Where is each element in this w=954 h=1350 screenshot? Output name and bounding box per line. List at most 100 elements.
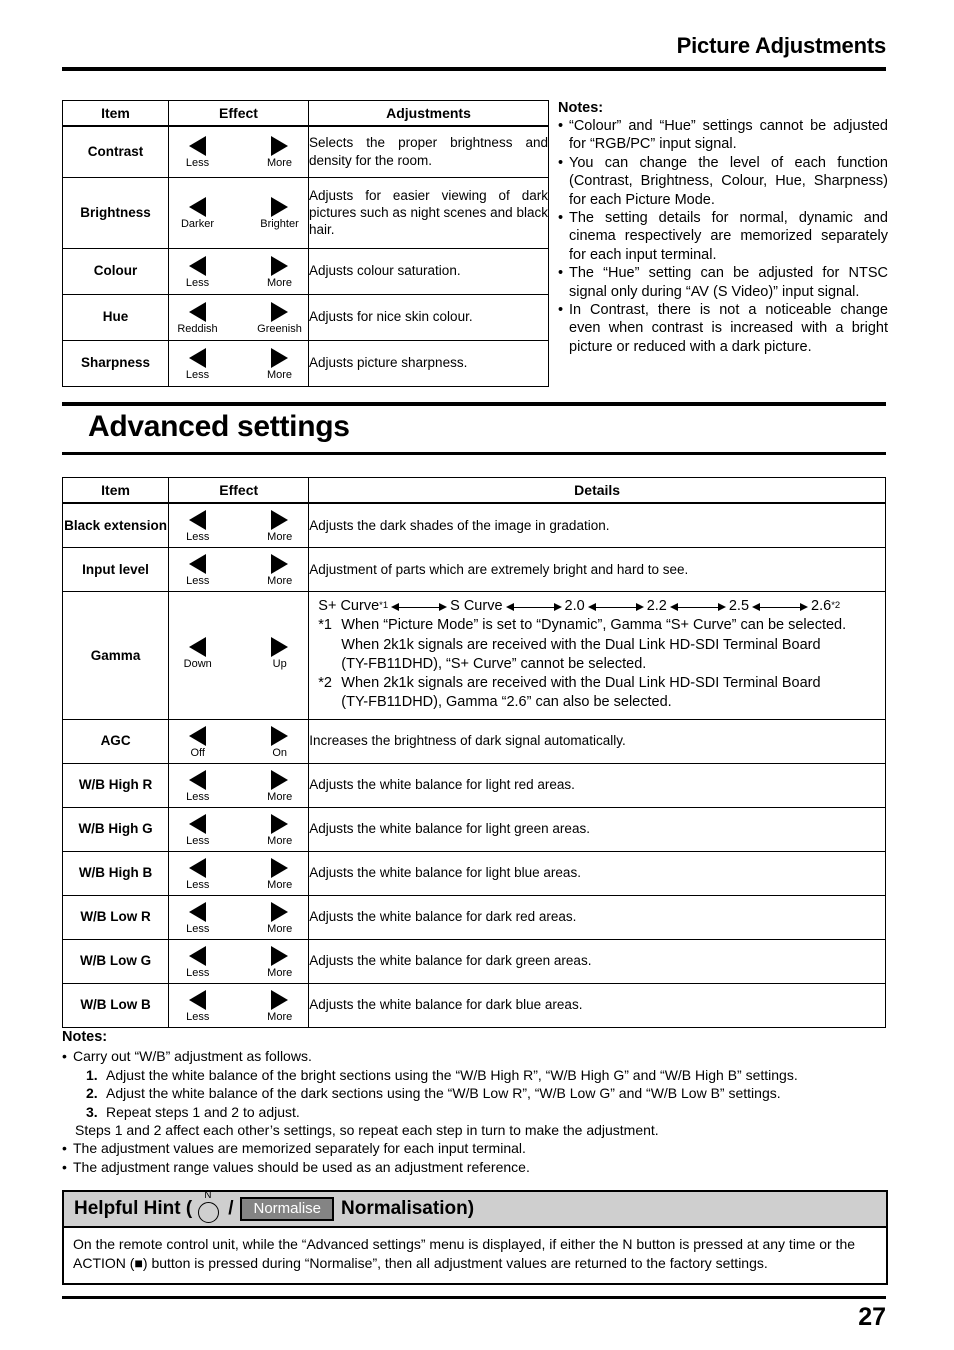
increase-arrow-group[interactable]: More (254, 347, 306, 381)
note-list-item: • Carry out “W/B” adjustment as follows. (62, 1047, 892, 1065)
row-item-label: W/B High B (61, 850, 170, 896)
effect-cell: Less More (168, 806, 310, 852)
increase-arrow-group[interactable]: More (254, 857, 306, 891)
increase-arrow-group[interactable]: Greenish (254, 301, 306, 335)
double-arrow-icon (587, 600, 644, 614)
increase-arrow-group[interactable]: More (254, 989, 306, 1023)
right-arrow-label: More (267, 834, 293, 847)
right-triangle-icon (271, 301, 288, 322)
left-triangle-icon (189, 136, 206, 157)
decrease-arrow-group[interactable]: Less (172, 813, 224, 847)
note-text: “Colour” and “Hue” settings cannot be ad… (569, 118, 888, 153)
effect-cell: Darker Brighter (168, 176, 309, 249)
table-row: Colour Less More Adjusts colour saturati… (62, 247, 549, 295)
note-list-item: • In Contrast, there is not a noticeable… (558, 301, 888, 356)
table-row: Black extension Less More Adjusts the da… (61, 502, 886, 548)
left-arrow-label: Less (186, 922, 210, 935)
gamma-value: S Curve (450, 598, 503, 614)
decrease-arrow-group[interactable]: Darker (172, 197, 224, 230)
left-arrow-label: Down (183, 657, 212, 670)
effect-cell: Less More (168, 894, 310, 940)
table-header-row: Item Effect Details (61, 477, 886, 504)
left-triangle-icon (189, 901, 207, 922)
increase-arrow-group[interactable]: Up (254, 636, 306, 670)
increase-arrow-group[interactable]: More (254, 813, 306, 847)
right-arrow-label: Up (272, 657, 287, 670)
decrease-arrow-group[interactable]: Less (172, 945, 224, 979)
note-step: 3. Repeat steps 1 and 2 to adjust. (62, 1103, 892, 1121)
double-arrow-icon (752, 600, 809, 614)
right-triangle-icon (271, 857, 289, 878)
footer-divider (62, 1296, 886, 1299)
double-arrow-icon (391, 600, 448, 614)
note-text: Carry out “W/B” adjustment as follows. (73, 1048, 312, 1065)
picture-adjustments-table: Item Effect Adjustments Contrast Less Mo… (62, 100, 549, 387)
increase-arrow-group[interactable]: More (254, 554, 306, 587)
decrease-arrow-group[interactable]: Off (172, 725, 224, 759)
row-description: Adjusts the white balance for light blue… (308, 850, 886, 896)
gamma-value-chain: S+ Curve *1 S Curve 2.0 2.2 2.5 2.6 *2 (318, 597, 879, 616)
row-item-label: Black extension (61, 502, 170, 548)
decrease-arrow-group[interactable]: Less (172, 510, 224, 543)
note-text: The setting details for normal, dynamic … (569, 210, 888, 263)
footnote-marker: *2 (318, 675, 332, 692)
decrease-arrow-group[interactable]: Reddish (172, 301, 224, 335)
left-arrow-label: Off (190, 746, 205, 759)
increase-arrow-group[interactable]: On (254, 725, 306, 759)
decrease-arrow-group[interactable]: Less (172, 554, 224, 587)
right-triangle-icon (271, 347, 288, 368)
decrease-arrow-group[interactable]: Less (172, 989, 224, 1023)
bullet-icon: • (558, 118, 564, 134)
increase-arrow-group[interactable]: Brighter (254, 197, 306, 230)
double-arrow-icon (505, 600, 562, 614)
helpful-hint-box: Helpful Hint ( N / Normalise Normalisati… (62, 1190, 888, 1285)
gamma-value: 2.0 (564, 598, 585, 614)
gamma-footnote-mark: *2 (831, 600, 841, 612)
right-arrow-label: More (267, 966, 293, 979)
left-triangle-icon (189, 510, 207, 530)
decrease-arrow-group[interactable]: Down (172, 636, 224, 670)
advanced-settings-table: Item Effect Details Black extension Less (61, 477, 886, 1028)
decrease-arrow-group[interactable]: Less (172, 769, 224, 803)
decrease-arrow-group[interactable]: Less (172, 136, 224, 169)
left-arrow-label: Less (186, 834, 210, 847)
note-text: The “Hue” setting can be adjusted for NT… (569, 265, 888, 300)
right-arrow-label: Greenish (257, 322, 302, 335)
gamma-footnote-1: *1 When “Picture Mode” is set to “Dynami… (318, 616, 879, 635)
bullet-icon: • (62, 1140, 67, 1157)
gamma-value: S+ Curve (318, 598, 380, 614)
note-step: 2. Adjust the white balance of the dark … (62, 1084, 892, 1102)
notes-heading: Notes: (62, 1029, 108, 1045)
n-button-icon[interactable]: N (196, 1190, 222, 1224)
note-list-item: • The setting details for normal, dynami… (558, 209, 888, 264)
footnote-text: When 2k1k signals are received with the … (341, 675, 821, 692)
step-number: 3. (86, 1103, 98, 1120)
footnote-text: When “Picture Mode” is set to “Dynamic”,… (341, 617, 847, 634)
decrease-arrow-group[interactable]: Less (172, 901, 224, 935)
row-description: Adjusts the white balance for dark green… (308, 938, 886, 984)
helpful-hint-body: On the remote control unit, while the “A… (73, 1236, 856, 1272)
increase-arrow-group[interactable]: More (254, 510, 306, 543)
left-arrow-label: Less (185, 157, 210, 170)
increase-arrow-group[interactable]: More (254, 136, 306, 169)
helpful-hint-prefix: Helpful Hint ( (74, 1198, 193, 1219)
manual-page: Picture Adjustments Item Effect Adjustme… (0, 0, 954, 1350)
table-row: AGC Off On Increases the brightness of d… (61, 718, 886, 764)
table-row: Input level Less More Adjustment of part… (61, 547, 886, 592)
note-list-item: • The “Hue” setting can be adjusted for … (558, 264, 888, 301)
normalise-button[interactable]: Normalise (240, 1196, 334, 1222)
row-description: Increases the brightness of dark signal … (308, 718, 886, 764)
notes-top-block: Notes: • “Colour” and “Hue” settings can… (558, 100, 888, 356)
section-title: Advanced settings (88, 410, 350, 443)
decrease-arrow-group[interactable]: Less (172, 857, 224, 891)
increase-arrow-group[interactable]: More (254, 945, 306, 979)
increase-arrow-group[interactable]: More (254, 901, 306, 935)
increase-arrow-group[interactable]: More (254, 255, 306, 289)
right-arrow-label: More (267, 531, 293, 543)
decrease-arrow-group[interactable]: Less (172, 255, 224, 289)
increase-arrow-group[interactable]: More (254, 769, 306, 803)
column-header-item: Item (62, 100, 169, 127)
effect-cell: Less More (168, 850, 310, 896)
gamma-value: 2.5 (728, 598, 750, 614)
decrease-arrow-group[interactable]: Less (172, 347, 224, 381)
